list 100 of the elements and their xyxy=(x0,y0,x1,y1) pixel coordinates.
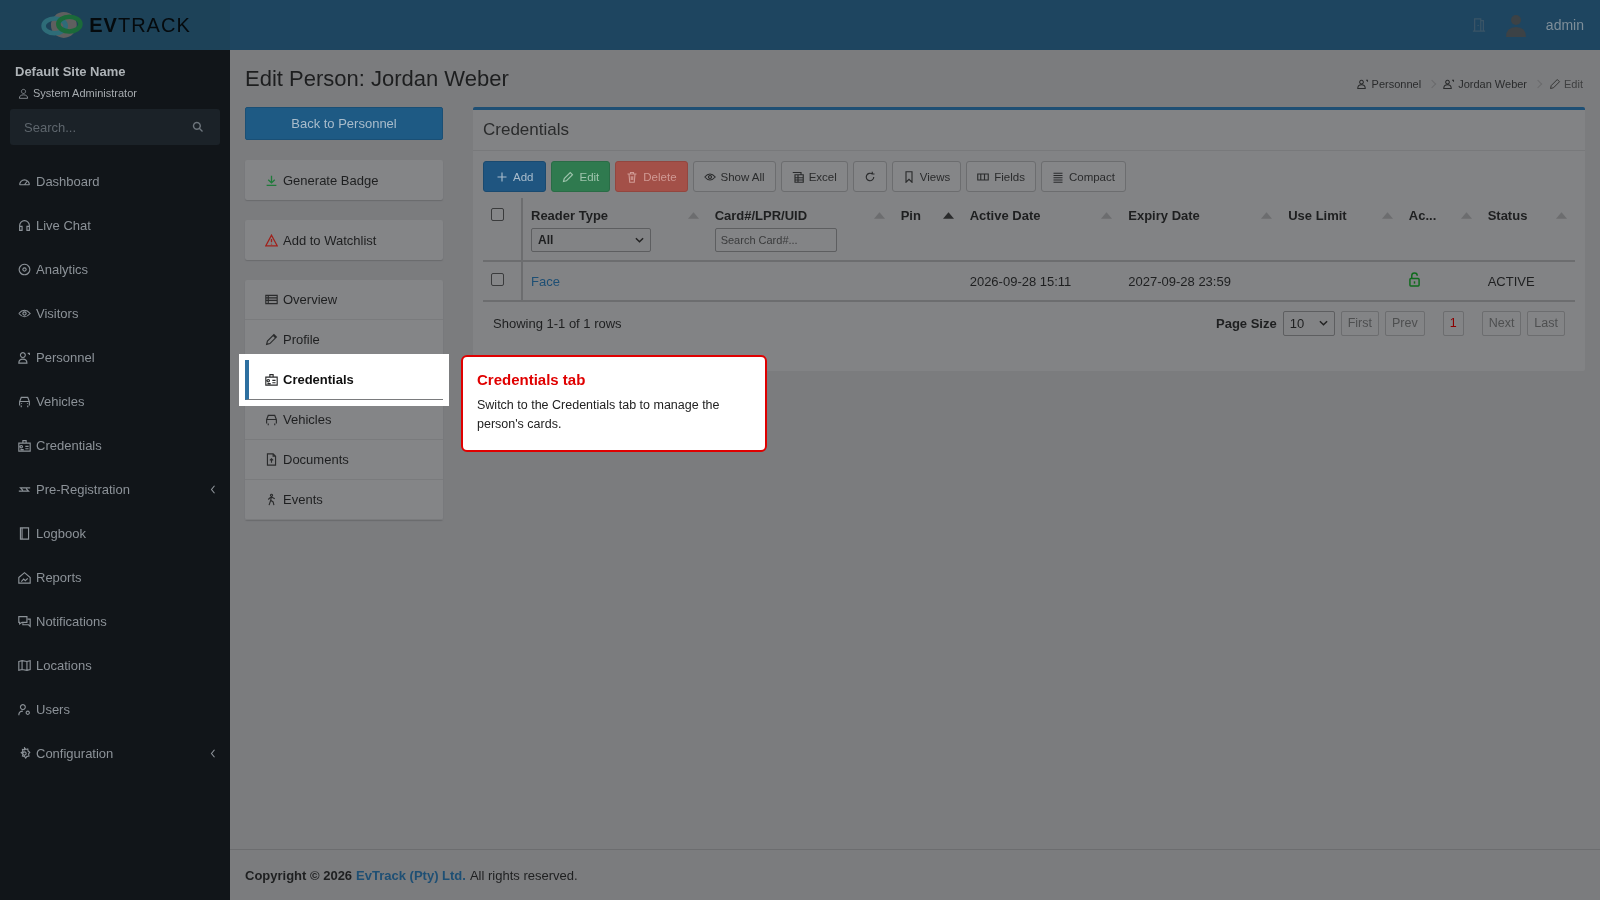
column-header[interactable]: Active Date xyxy=(969,208,1041,223)
plus-icon xyxy=(496,170,508,183)
toolbar-button[interactable]: Fields xyxy=(966,161,1036,192)
filter-dropdown[interactable]: All xyxy=(531,228,651,252)
side-tab[interactable]: Vehicles xyxy=(245,400,443,440)
house-icon xyxy=(18,570,31,584)
action-button[interactable]: Add to Watchlist xyxy=(245,220,443,260)
column-header[interactable]: Card#/LPR/UID xyxy=(714,208,808,223)
breadcrumb-link[interactable]: Personnel xyxy=(1356,78,1422,90)
reader-type-link[interactable]: Face xyxy=(531,273,560,289)
id-card-icon xyxy=(18,438,31,452)
toolbar-button[interactable]: Show All xyxy=(692,161,776,192)
person-icon xyxy=(18,350,31,364)
back-button[interactable]: Back to Personnel xyxy=(245,107,443,140)
breadcrumb-link[interactable]: Jordan Weber xyxy=(1443,78,1528,90)
column-header[interactable]: Pin xyxy=(900,208,921,223)
table-cell: ACTIVE xyxy=(1487,273,1535,289)
chevron-icon xyxy=(210,748,216,758)
chevron-icon xyxy=(210,484,216,494)
pencil-icon xyxy=(265,333,278,346)
headset-icon xyxy=(18,218,31,232)
logo-icon xyxy=(39,10,86,40)
table-icon xyxy=(265,293,278,306)
toolbar-button[interactable]: Add xyxy=(483,161,547,192)
toolbar-button[interactable]: Excel xyxy=(780,161,848,192)
sidebar-item[interactable]: Dashboard xyxy=(10,159,220,203)
bookmark-icon xyxy=(902,170,915,183)
column-header[interactable]: Reader Type xyxy=(531,208,609,223)
caret-icon xyxy=(635,237,644,243)
panel-title: Credentials xyxy=(473,110,1585,151)
rows-summary: Showing 1-1 of 1 rows xyxy=(493,315,622,331)
sidebar-item[interactable]: Configuration xyxy=(10,731,220,775)
column-header[interactable]: Status xyxy=(1487,208,1528,223)
user-name[interactable]: admin xyxy=(1545,17,1584,33)
list-icon xyxy=(1051,170,1064,183)
breadcrumb-link[interactable]: Edit xyxy=(1549,78,1583,90)
side-tab[interactable]: Documents xyxy=(245,440,443,480)
table-cell: 2027-09-28 23:59 xyxy=(1128,273,1231,289)
toolbar-button[interactable]: Delete xyxy=(615,161,688,192)
sidebar-item[interactable]: Locations xyxy=(10,643,220,687)
document-icon xyxy=(265,453,278,466)
user-gear-icon xyxy=(18,702,31,716)
sidebar-item[interactable]: Vehicles xyxy=(10,379,220,423)
pencil-icon xyxy=(1549,78,1562,90)
sidebar-item[interactable]: Personnel xyxy=(10,335,220,379)
car-icon xyxy=(18,394,31,408)
tooltip-title: Credentials tab xyxy=(477,371,587,388)
sidebar-item[interactable]: Reports xyxy=(10,555,220,599)
sidebar-item[interactable]: Notifications xyxy=(10,599,220,643)
select-all-checkbox[interactable] xyxy=(491,208,504,221)
sidebar-item[interactable]: Logbook xyxy=(10,511,220,555)
toolbar-button[interactable] xyxy=(852,161,887,192)
person-icon xyxy=(1443,78,1456,90)
column-header[interactable]: Expiry Date xyxy=(1128,208,1200,223)
toolbar-button[interactable]: Edit xyxy=(551,161,611,192)
target-icon xyxy=(18,262,31,276)
refresh-icon xyxy=(863,170,876,183)
id-card-icon xyxy=(265,373,278,386)
trash-icon xyxy=(626,170,639,183)
sidebar-item[interactable]: Pre-Registration xyxy=(10,467,220,511)
pencil-icon xyxy=(562,170,575,183)
car-icon xyxy=(265,413,278,426)
caret-icon xyxy=(1318,320,1328,326)
search-field[interactable]: Search... xyxy=(10,109,220,145)
page-number-button[interactable]: 1 xyxy=(1442,310,1464,336)
site-name: Default Site Name xyxy=(14,64,127,79)
action-button[interactable]: Generate Badge xyxy=(245,160,443,200)
download-icon xyxy=(265,173,278,187)
rights-text: All rights reserved. xyxy=(469,867,578,883)
warning-icon xyxy=(265,233,278,247)
book-icon xyxy=(18,526,31,540)
sidebar-item[interactable]: Visitors xyxy=(10,291,220,335)
sidebar-item[interactable]: Analytics xyxy=(10,247,220,291)
column-header[interactable]: Use Limit xyxy=(1288,208,1347,223)
sidebar-item[interactable]: Credentials xyxy=(10,423,220,467)
toolbar-button[interactable]: Compact xyxy=(1040,161,1126,192)
page-size-label: Page Size xyxy=(1216,315,1277,331)
logo-text: EVTRACK xyxy=(89,13,191,37)
side-tab[interactable]: Events xyxy=(245,480,443,520)
side-tab[interactable]: Overview xyxy=(245,280,443,320)
avatar-icon[interactable] xyxy=(1503,13,1528,37)
table-icon xyxy=(791,170,804,183)
sort-arrow-icon[interactable] xyxy=(942,212,954,219)
person-icon xyxy=(1356,78,1369,90)
chat-icon xyxy=(18,614,31,628)
filter-input[interactable]: Search Card#... xyxy=(714,228,837,252)
sidebar-item[interactable]: Live Chat xyxy=(10,203,220,247)
tooltip-text: Switch to the Credentials tab to manage the person's cards. xyxy=(477,397,721,433)
column-header[interactable]: Ac... xyxy=(1408,208,1437,223)
page-title: Edit Person: Jordan Weber xyxy=(245,66,509,92)
search-icon[interactable] xyxy=(192,121,204,133)
eye-icon xyxy=(703,170,716,183)
door-icon[interactable] xyxy=(1471,18,1486,32)
row-checkbox[interactable] xyxy=(491,273,504,286)
sidebar-item[interactable]: Users xyxy=(10,687,220,731)
columns-icon xyxy=(977,170,990,183)
toolbar-button[interactable]: Views xyxy=(891,161,962,192)
person-icon xyxy=(18,87,29,99)
walking-person-icon xyxy=(265,493,278,506)
page-size-select[interactable]: 10 xyxy=(1282,310,1335,336)
